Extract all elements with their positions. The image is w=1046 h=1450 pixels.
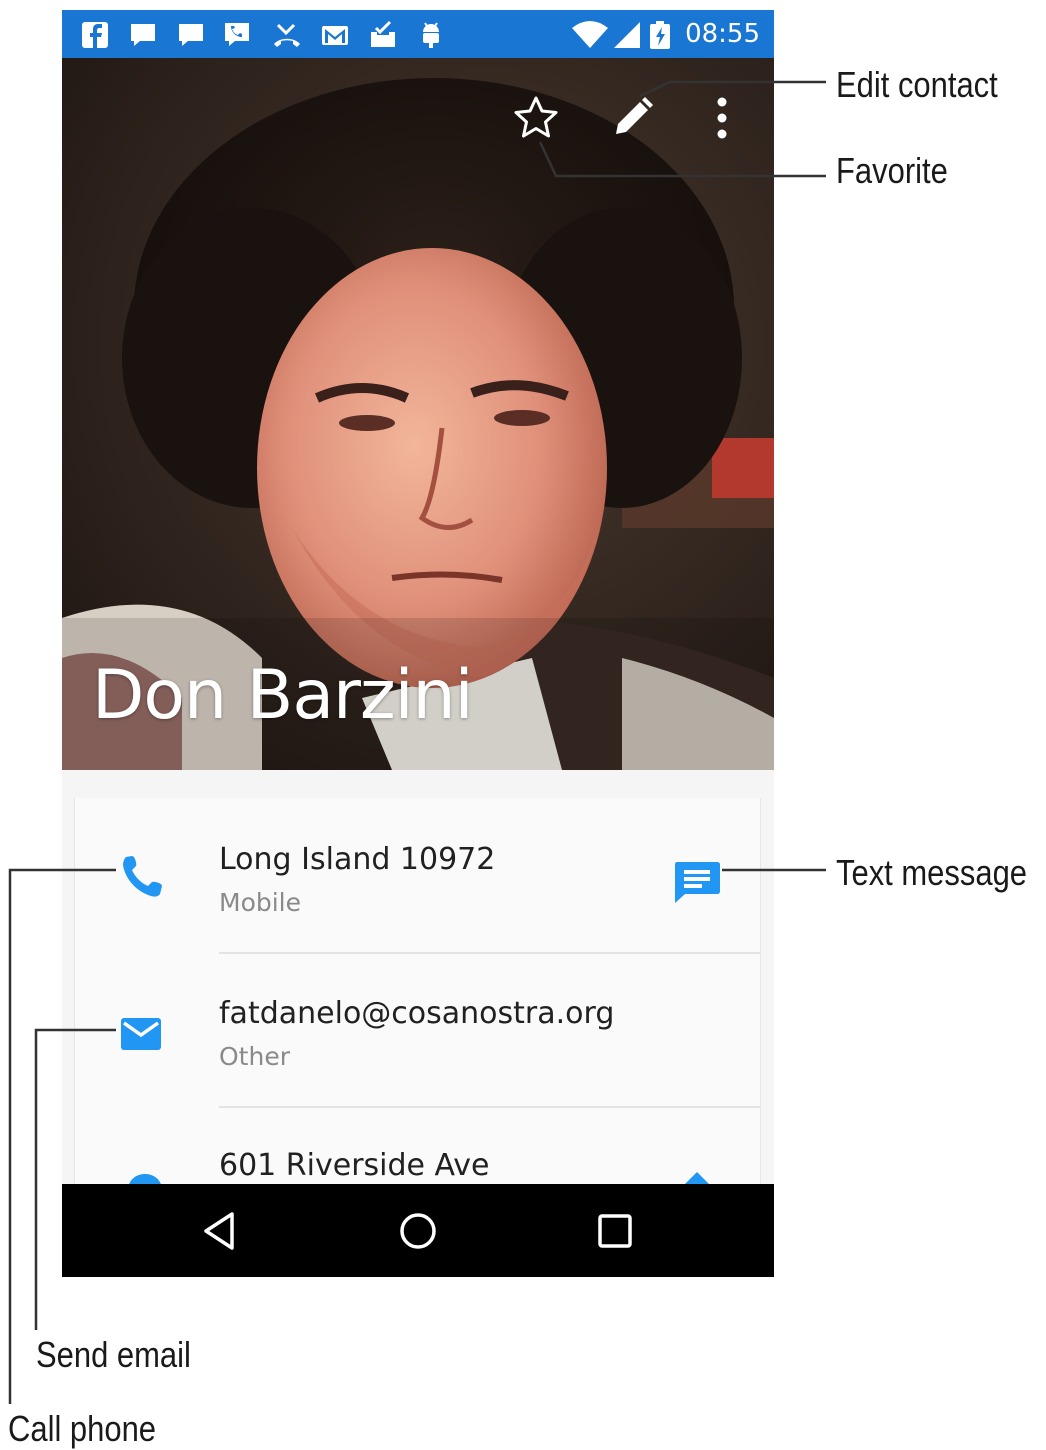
chat-icon (179, 24, 203, 46)
callout-call-phone: Call phone (8, 1408, 157, 1449)
missed-call-icon (274, 23, 300, 47)
contact-info-card: Long Island 10972 Mobile fatdanelo@cosan… (74, 798, 761, 1184)
street-address: 601 Riverside Ave (219, 1148, 490, 1183)
star-icon[interactable] (510, 92, 562, 144)
callout-edit-contact: Edit contact (836, 64, 998, 105)
row-divider (219, 1106, 760, 1108)
status-bar: 08:55 (62, 10, 774, 58)
directions-icon[interactable] (671, 1170, 723, 1184)
phone-icon[interactable] (119, 850, 171, 902)
callout-favorite: Favorite (836, 150, 948, 191)
phone-number: Long Island 10972 (219, 842, 496, 877)
voicemail-icon (225, 23, 249, 46)
signal-icon (614, 22, 640, 48)
message-icon[interactable] (671, 856, 723, 908)
edit-pencil-icon[interactable] (606, 92, 658, 144)
home-icon[interactable] (395, 1208, 441, 1254)
gmail-icon (322, 26, 348, 45)
chat-icon (131, 24, 155, 46)
facebook-icon (82, 22, 108, 48)
overflow-menu-icon[interactable] (698, 92, 746, 144)
battery-charging-icon (650, 21, 670, 49)
email-address: fatdanelo@cosanostra.org (219, 996, 615, 1031)
email-icon[interactable] (119, 1008, 163, 1060)
navigation-bar (62, 1184, 774, 1277)
callout-text-message: Text message (836, 852, 1028, 893)
callout-send-email: Send email (36, 1334, 191, 1375)
email-type: Other (219, 1042, 290, 1071)
phone-row[interactable]: Long Island 10972 Mobile (75, 798, 760, 952)
status-time: 08:55 (685, 19, 760, 49)
email-row[interactable]: fatdanelo@cosanostra.org Other (75, 954, 760, 1108)
android-icon (423, 22, 439, 48)
location-pin-icon[interactable] (119, 1170, 171, 1184)
recents-icon[interactable] (592, 1208, 638, 1254)
address-row[interactable]: 601 Riverside Ave (75, 1110, 760, 1184)
contact-header-photo: Don Barzini (62, 58, 774, 770)
download-done-icon (371, 20, 395, 47)
phone-screen: 08:55 Don Barzini Long Island 10972 Mobi… (62, 10, 774, 1277)
wifi-icon (572, 21, 608, 48)
back-icon[interactable] (196, 1208, 242, 1254)
phone-type: Mobile (219, 888, 302, 917)
contact-name: Don Barzini (92, 656, 474, 735)
contact-details: Long Island 10972 Mobile fatdanelo@cosan… (62, 770, 774, 1184)
